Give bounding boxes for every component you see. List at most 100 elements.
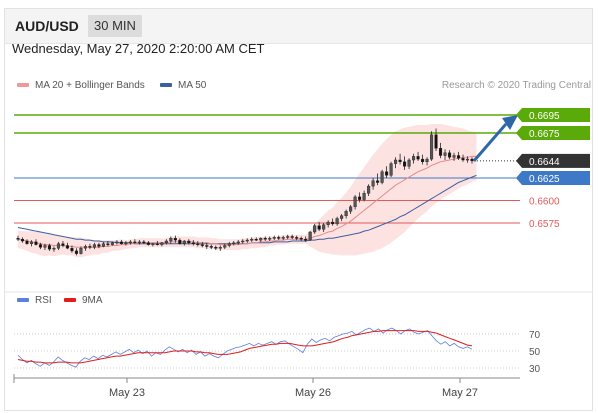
candle-body [358,196,362,200]
candle-body [299,238,303,240]
level-pointer-0-6644 [516,153,522,168]
candle-body [151,243,155,245]
candle-body [394,159,398,164]
projection-arrow-shaft [472,123,508,162]
candle-body [398,159,402,162]
candle-body [385,171,389,176]
candle-body [155,243,159,245]
level-labels: 0.6695 0.6675 0.6644 0.6625 0.6600 0.6575 [516,108,590,230]
candle-body [447,152,452,158]
candle-body [128,241,132,244]
candle-body [340,215,344,219]
candle-body [313,225,317,233]
candle-body [416,156,420,160]
candle-body [223,245,227,248]
candle-body [241,240,245,243]
candle-body [133,241,137,244]
candle-body [227,243,231,246]
candle-body [470,158,474,162]
candle-body [371,180,375,187]
candle-body [380,171,384,183]
candle-body [205,245,209,247]
candle-body [412,156,416,161]
candle-body [268,238,272,240]
candle-body [389,163,393,176]
candle-body [281,237,285,239]
candle-body [465,158,470,161]
candle-body [367,185,371,194]
candle-body [191,242,195,245]
level-pointer-0-6675 [516,126,522,140]
candle-body [456,155,461,159]
candle-body [308,231,312,241]
rsi-panel: 70 50 30 [4,291,593,375]
candle-body [92,244,96,248]
candle-body [25,240,29,244]
candle-body [146,242,150,245]
candle-body [164,240,168,243]
projection-arrow [472,115,518,162]
bollinger-bands [18,124,477,258]
candle-body [362,193,366,200]
candle-body [43,245,47,248]
level-pointer-0-6695 [516,108,522,122]
candle-body [295,237,299,239]
candle-body [142,241,146,244]
rsi-tick-label: 70 [529,330,541,341]
candle-body [344,211,348,217]
candle-body [20,238,25,242]
candle-body [209,246,213,248]
candle-body [79,247,83,254]
rsi-tick-label: 30 [529,364,541,375]
candle-body [115,241,119,244]
candle-body [335,218,339,225]
candle-body [61,243,65,246]
candle-body [106,243,110,245]
candle-body [403,161,407,167]
candle-body [97,244,101,247]
candle-body [254,238,258,241]
level-label-0-6625: 0.6625 [529,174,560,185]
candle-body [70,247,74,252]
candle-body [16,238,20,240]
candle-body [429,134,434,160]
candle-body [434,134,438,149]
candle-body [326,221,330,226]
candle-body [34,241,38,245]
bollinger-band-area [18,124,477,258]
level-label-0-6675: 0.6675 [529,129,560,140]
x-axis: May 23 May 26 May 27 [13,374,520,399]
candle-body [438,148,443,156]
candle-body [119,241,123,244]
candle-body [349,206,353,212]
candle-body [196,243,200,245]
candle-body [452,155,456,158]
candle-body [236,241,240,244]
candle-body [65,245,69,249]
candle-body [290,236,294,238]
level-label-0-6575: 0.6575 [529,219,560,230]
candle-body [47,245,52,250]
candle-body [160,242,164,245]
candle-body [263,238,267,240]
candle-body [376,180,380,183]
candle-body [137,241,141,244]
chart-svg[interactable]: 0.6695 0.6675 0.6644 0.6625 0.6600 0.6575 70 5… [0,0,598,413]
level-label-0-6600: 0.6600 [529,197,560,208]
level-label-0-6695: 0.6695 [529,111,560,122]
candle-body [232,242,236,245]
candle-body [38,244,43,248]
candle-body [101,243,105,247]
candle-body [317,225,321,230]
candle-body [173,238,177,241]
candle-body [169,238,173,242]
candle-body [286,236,290,238]
candle-body [407,159,411,167]
candle-body [56,243,61,249]
candle-body [74,250,78,254]
candle-body [110,242,114,245]
candle-body [304,238,308,241]
candle-body [200,244,204,246]
candle-body [124,242,128,245]
candle-body [182,240,186,244]
